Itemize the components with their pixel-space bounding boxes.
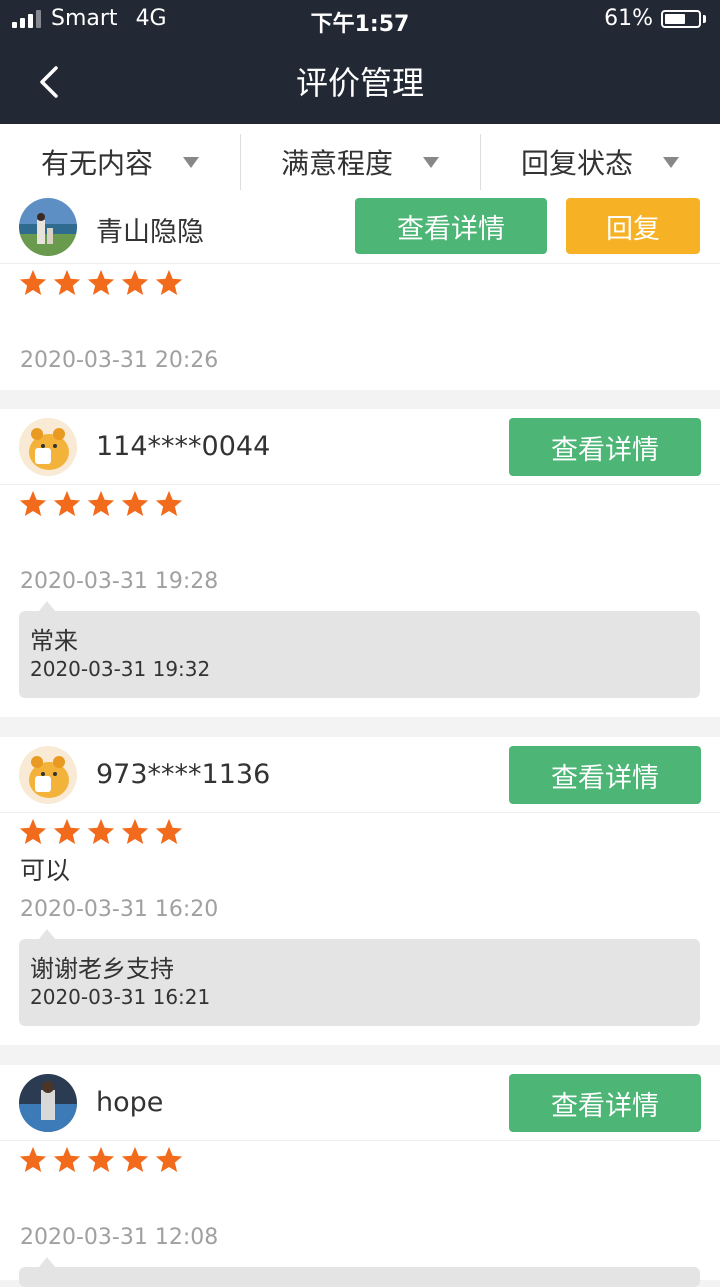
review-date: 2020-03-31 20:26 [20,348,219,373]
review-card: 青山隐隐 查看详情 回复 2020-03-31 20:26 [0,198,720,390]
star-icon [87,1146,115,1172]
star-rating [18,489,184,519]
star-icon [121,818,149,844]
review-date: 2020-03-31 16:20 [20,897,219,922]
review-card: 973****1136 查看详情 可以 2020-03-31 16:20 谢谢老… [0,737,720,1045]
review-card: hope 查看详情 2020-03-31 12:08 [0,1065,720,1287]
battery-percent: 61% [604,6,653,31]
avatar [19,746,77,804]
nav-bar: 评价管理 [0,40,720,124]
review-date: 2020-03-31 19:28 [20,569,219,594]
battery-icon [661,9,701,28]
filter-bar: 有无内容 满意程度 回复状态 [0,124,720,201]
star-icon [87,490,115,516]
star-icon [121,1146,149,1172]
avatar [19,418,77,476]
reply-date: 2020-03-31 16:21 [30,985,211,1009]
star-icon [19,490,47,516]
battery-cap [703,14,706,23]
dropdown-arrow-icon [423,156,439,168]
reply-date: 2020-03-31 19:32 [30,657,211,681]
review-card: 114****0044 查看详情 2020-03-31 19:28 常来 202… [0,409,720,717]
star-icon [121,490,149,516]
status-right: 61% [604,6,706,31]
reply-button[interactable]: 回复 [566,198,700,254]
filter-content[interactable]: 有无内容 [0,124,240,200]
star-rating [18,817,184,847]
filter-label: 满意程度 [280,147,393,180]
username: 114****0044 [96,431,271,462]
reply-bubble [19,1257,700,1287]
username: 青山隐隐 [96,217,204,248]
star-icon [53,269,81,295]
star-rating [18,268,184,298]
view-details-button[interactable]: 查看详情 [355,198,547,254]
star-icon [53,1146,81,1172]
star-icon [87,269,115,295]
star-icon [53,490,81,516]
star-icon [53,818,81,844]
status-bar: Smart 4G 下午1:57 61% [0,0,720,40]
reply-bubble: 常来 2020-03-31 19:32 [19,601,700,698]
reply-bubble: 谢谢老乡支持 2020-03-31 16:21 [19,929,700,1026]
star-icon [121,269,149,295]
filter-label: 回复状态 [520,147,633,180]
username: 973****1136 [96,759,271,790]
avatar [19,1074,77,1132]
filter-reply-status[interactable]: 回复状态 [480,124,720,200]
star-icon [155,490,183,516]
view-details-button[interactable]: 查看详情 [509,1074,701,1132]
star-rating [18,1145,184,1175]
page-title: 评价管理 [295,64,424,102]
username: hope [96,1087,164,1118]
star-icon [155,269,183,295]
filter-satisfaction[interactable]: 满意程度 [240,124,480,200]
dropdown-arrow-icon [183,156,199,168]
star-icon [19,269,47,295]
dropdown-arrow-icon [663,156,679,168]
battery-fill [665,13,685,24]
filter-label: 有无内容 [40,147,153,180]
avatar [19,198,77,256]
star-icon [155,1146,183,1172]
review-header: 973****1136 查看详情 [0,737,720,813]
review-date: 2020-03-31 12:08 [20,1225,219,1250]
view-details-button[interactable]: 查看详情 [509,746,701,804]
view-details-button[interactable]: 查看详情 [509,418,701,476]
review-header: 114****0044 查看详情 [0,409,720,485]
star-icon [19,818,47,844]
review-content: 可以 [20,856,71,885]
star-icon [19,1146,47,1172]
star-icon [155,818,183,844]
star-icon [87,818,115,844]
reply-text: 常来 [30,627,78,655]
reply-text: 谢谢老乡支持 [30,955,174,983]
review-header: hope 查看详情 [0,1065,720,1141]
review-header: 青山隐隐 查看详情 回复 [0,198,720,264]
